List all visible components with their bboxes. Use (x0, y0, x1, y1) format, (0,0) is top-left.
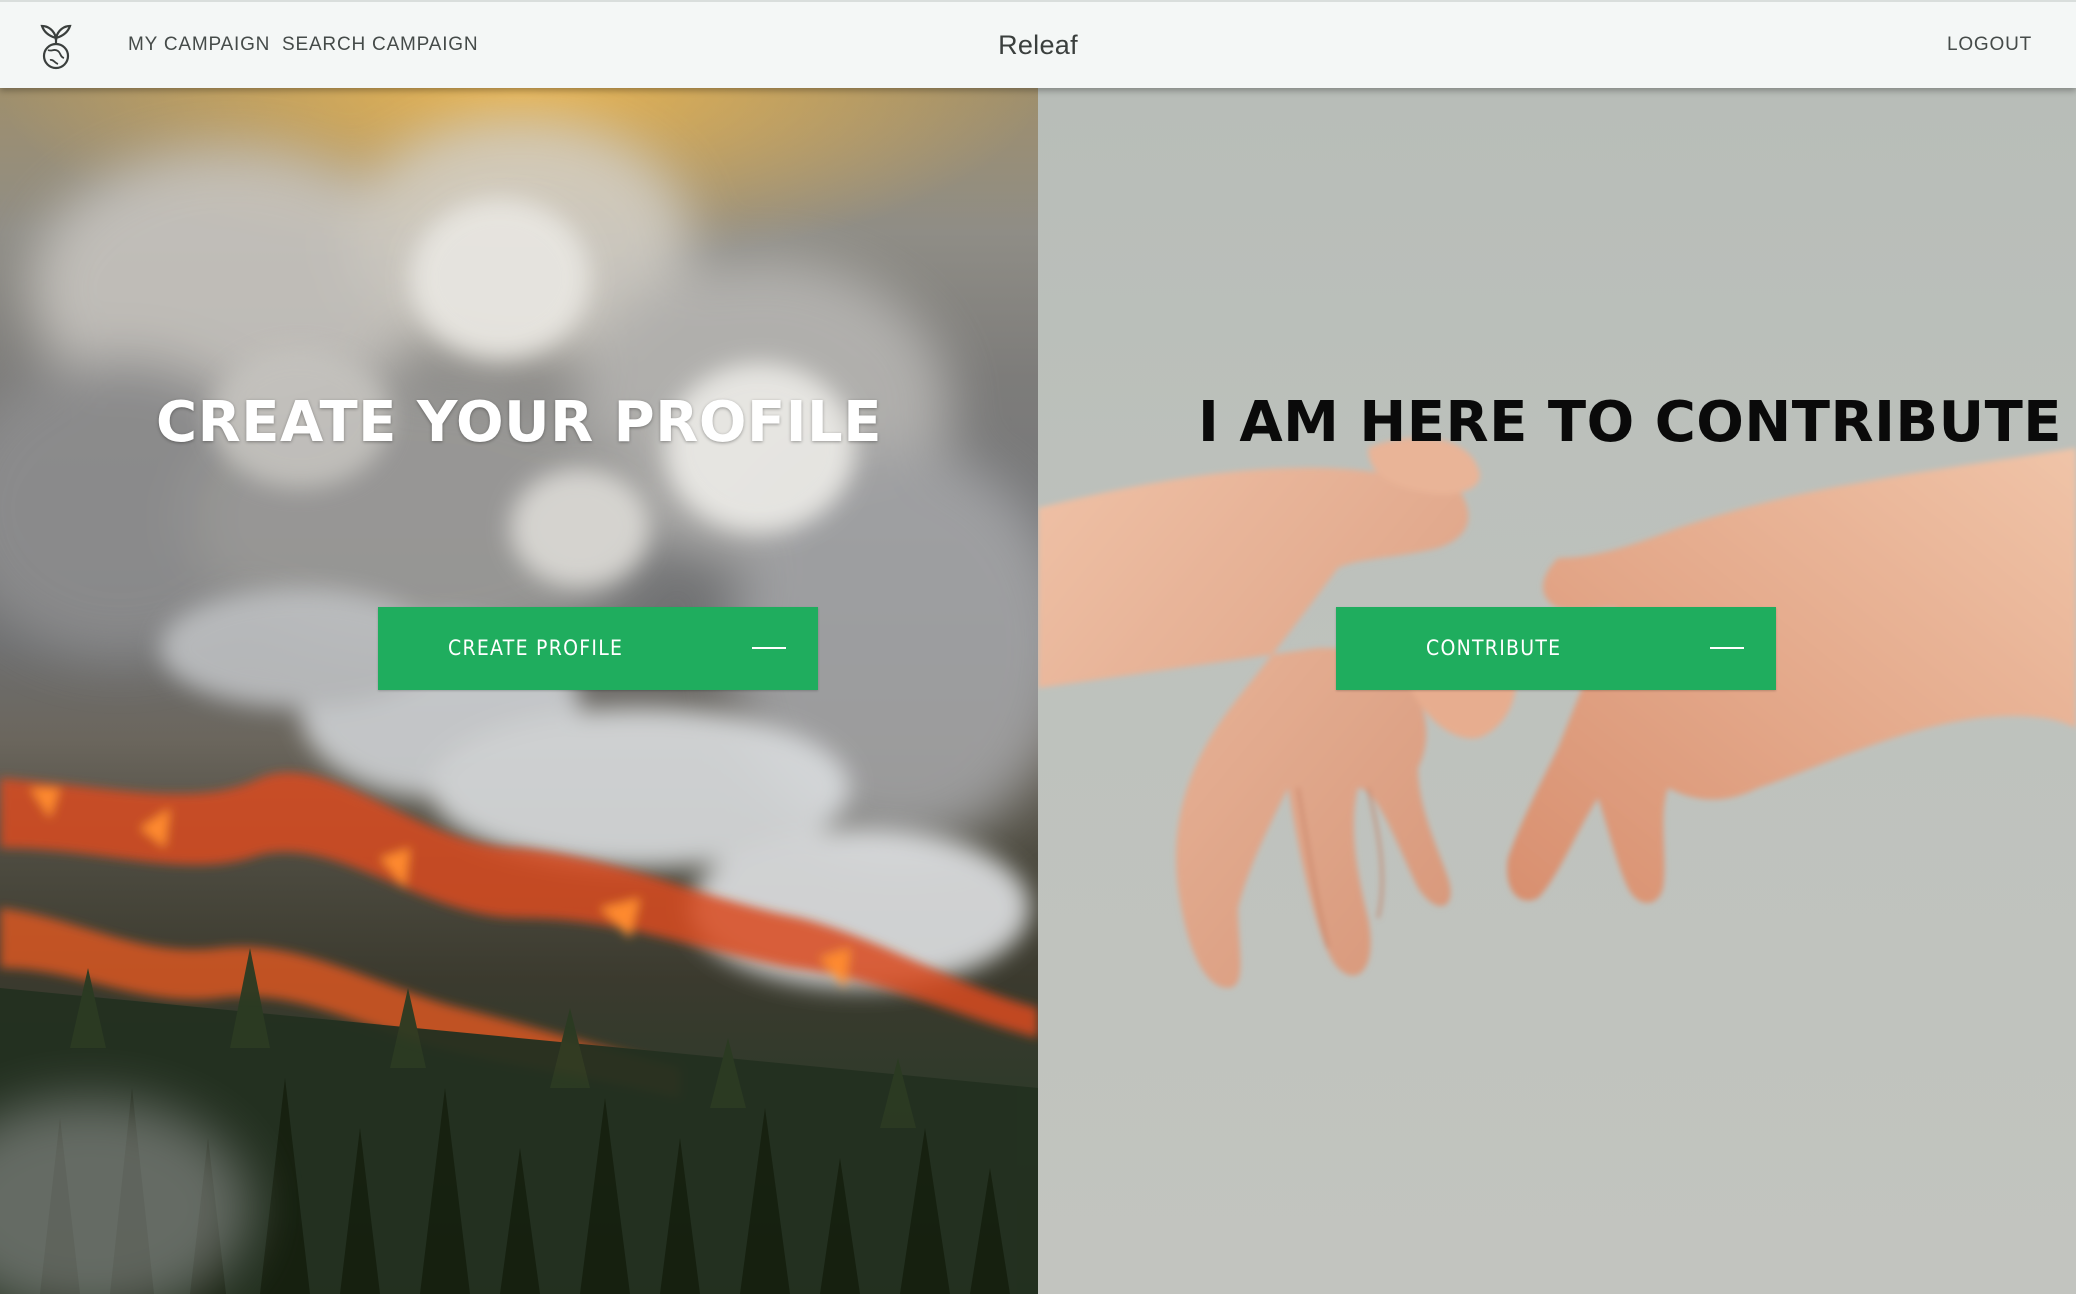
forest-fire-illustration (0, 118, 1038, 1294)
dash-icon (1710, 647, 1744, 649)
create-profile-headline: CREATE YOUR PROFILE (156, 389, 882, 455)
dash-icon (752, 647, 786, 649)
sprout-globe-icon[interactable] (36, 18, 76, 72)
create-profile-button-label: CREATE PROFILE (448, 636, 624, 660)
create-profile-button[interactable]: CREATE PROFILE (378, 607, 818, 690)
nav-search-campaign[interactable]: SEARCH CAMPAIGN (282, 34, 478, 56)
nav-my-campaign[interactable]: MY CAMPAIGN (128, 34, 270, 56)
contribute-button-label: CONTRIBUTE (1426, 636, 1562, 660)
contribute-headline: I AM HERE TO CONTRIBUTE (1198, 389, 2063, 455)
contribute-panel: I AM HERE TO CONTRIBUTE CONTRIBUTE (1038, 88, 2076, 1294)
app-root: MY CAMPAIGN SEARCH CAMPAIGN Releaf LOGOU… (0, 0, 2076, 1294)
holding-hands-photo (1038, 88, 2076, 1294)
logout-link[interactable]: LOGOUT (1947, 34, 2032, 56)
create-profile-panel: CREATE YOUR PROFILE CREATE PROFILE (0, 88, 1038, 1294)
top-navigation-bar: MY CAMPAIGN SEARCH CAMPAIGN Releaf LOGOU… (0, 0, 2076, 88)
contribute-button[interactable]: CONTRIBUTE (1336, 607, 1776, 690)
